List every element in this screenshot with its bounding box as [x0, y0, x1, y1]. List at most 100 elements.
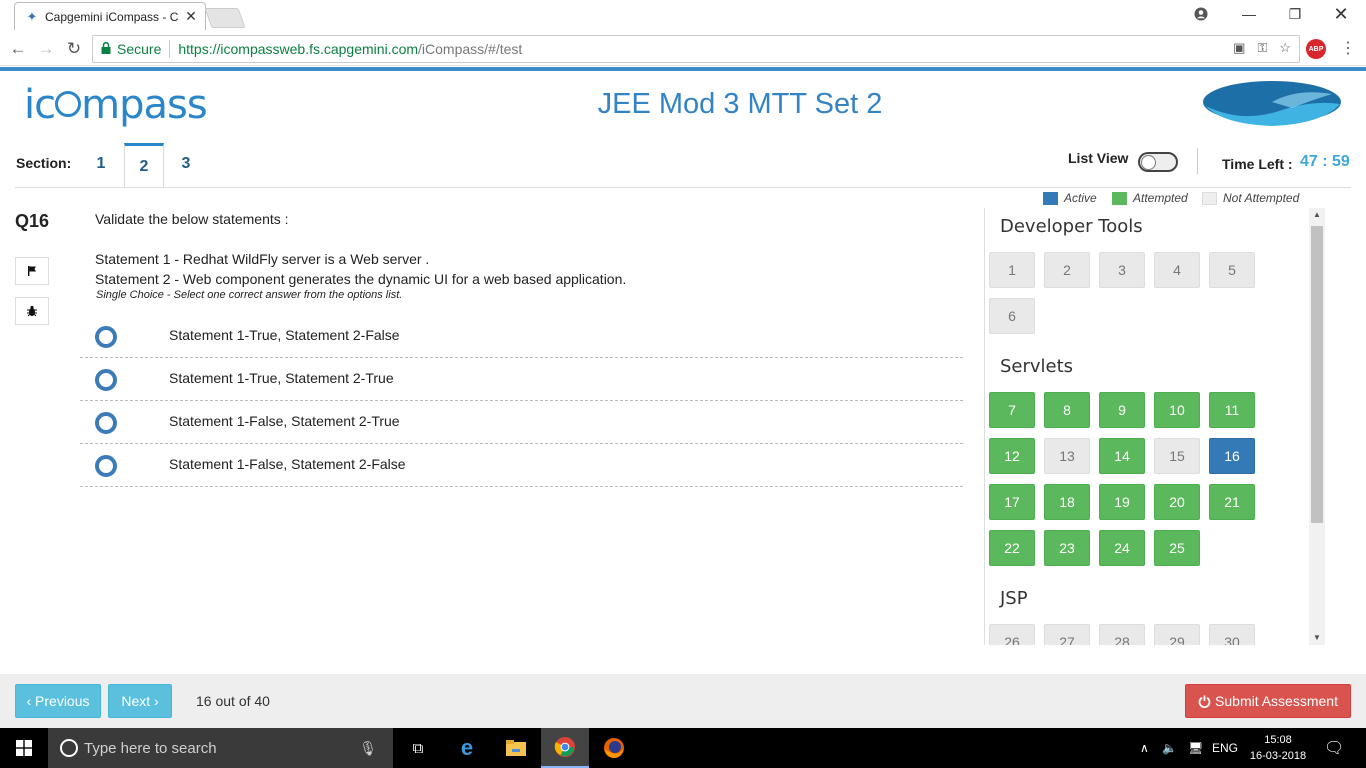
palette-question-button[interactable]: 13 — [1044, 438, 1090, 474]
close-window-icon[interactable]: ✕ — [1318, 0, 1364, 28]
clock-time: 15:08 — [1264, 734, 1292, 746]
reload-icon[interactable]: ↻ — [62, 37, 86, 61]
option-label[interactable]: Statement 1-False, Statement 2-False — [169, 456, 406, 472]
file-explorer-icon[interactable] — [492, 728, 540, 768]
volume-muted-icon[interactable]: 🔈 — [1162, 728, 1177, 768]
palette-question-button[interactable]: 1 — [989, 252, 1035, 288]
new-tab-button[interactable] — [204, 8, 246, 28]
url-path: /iCompass/#/test — [418, 41, 523, 57]
palette-question-button[interactable]: 11 — [1209, 392, 1255, 428]
palette-question-button[interactable]: 2 — [1044, 252, 1090, 288]
palette-question-button[interactable]: 10 — [1154, 392, 1200, 428]
palette-question-button[interactable]: 9 — [1099, 392, 1145, 428]
close-tab-icon[interactable]: ✕ — [183, 8, 199, 25]
palette-question-button[interactable]: 18 — [1044, 484, 1090, 520]
report-bug-button[interactable] — [15, 297, 49, 325]
tray-chevron-icon[interactable]: ∧ — [1140, 728, 1149, 768]
submit-assessment-button[interactable]: Submit Assessment — [1185, 684, 1351, 718]
question-palette: Developer Tools 1 2 3 4 5 6 Servlets 7 8 9 10 11 12 13… — [984, 208, 1325, 645]
palette-question-button[interactable]: 19 — [1099, 484, 1145, 520]
palette-question-button[interactable]: 12 — [989, 438, 1035, 474]
header-divider — [1197, 148, 1198, 174]
palette-scrollbar[interactable]: ▲ ▼ — [1309, 208, 1325, 645]
answer-option[interactable]: Statement 1-True, Statement 2-False — [80, 315, 963, 358]
palette-question-button[interactable]: 15 — [1154, 438, 1200, 474]
palette-question-button[interactable]: 14 — [1099, 438, 1145, 474]
question-prompt: Validate the below statements : — [95, 211, 289, 227]
palette-question-button[interactable]: 20 — [1154, 484, 1200, 520]
palette-question-button[interactable]: 8 — [1044, 392, 1090, 428]
system-clock[interactable]: 15:08 16-03-2018 — [1248, 732, 1308, 764]
answer-option[interactable]: Statement 1-False, Statement 2-False — [80, 444, 963, 487]
palette-question-button[interactable]: 24 — [1099, 530, 1145, 566]
scroll-up-icon[interactable]: ▲ — [1309, 208, 1325, 222]
capgemini-spade-logo — [1203, 81, 1341, 126]
option-radio[interactable] — [95, 455, 117, 477]
legend-active: Active — [1043, 191, 1097, 205]
task-view-icon[interactable]: ⧉ — [394, 728, 442, 768]
legend-attempted-label: Attempted — [1133, 191, 1188, 205]
palette-question-button[interactable]: 7 — [989, 392, 1035, 428]
palette-question-button[interactable]: 21 — [1209, 484, 1255, 520]
palette-question-button[interactable]: 6 — [989, 298, 1035, 334]
chrome-icon[interactable] — [541, 728, 589, 768]
palette-question-button[interactable]: 25 — [1154, 530, 1200, 566]
taskbar-search-box[interactable]: Type here to search 🎙 — [48, 728, 393, 768]
palette-question-button[interactable]: 16 — [1209, 438, 1255, 474]
list-view-toggle[interactable] — [1138, 152, 1178, 172]
option-label[interactable]: Statement 1-True, Statement 2-False — [169, 327, 400, 343]
scroll-down-icon[interactable]: ▼ — [1309, 631, 1325, 645]
palette-question-button[interactable]: 27 — [1044, 624, 1090, 645]
option-label[interactable]: Statement 1-True, Statement 2-True — [169, 370, 394, 386]
palette-question-button[interactable]: 17 — [989, 484, 1035, 520]
palette-question-button[interactable]: 4 — [1154, 252, 1200, 288]
power-icon — [1198, 695, 1211, 708]
section-label: Section: — [16, 155, 72, 171]
profile-icon[interactable] — [1178, 0, 1224, 28]
search-placeholder: Type here to search — [84, 739, 217, 757]
bookmark-star-icon[interactable]: ☆ — [1279, 40, 1291, 56]
time-left-value: 47 : 59 — [1300, 153, 1350, 170]
forward-icon[interactable]: → — [34, 37, 58, 61]
restore-icon[interactable]: ❐ — [1272, 0, 1318, 28]
section-tab-1[interactable]: 1 — [81, 143, 121, 188]
browser-menu-icon[interactable]: ⋮ — [1340, 38, 1356, 60]
windows-start-icon[interactable] — [0, 728, 48, 768]
edge-browser-icon[interactable]: e — [443, 728, 491, 768]
back-icon[interactable]: ← — [6, 37, 30, 61]
palette-question-button[interactable]: 29 — [1154, 624, 1200, 645]
bug-icon — [27, 305, 37, 317]
flag-icon — [28, 266, 36, 276]
flag-question-button[interactable] — [15, 257, 49, 285]
palette-question-button[interactable]: 30 — [1209, 624, 1255, 645]
browser-tab[interactable]: ✦ Capgemini iCompass - C ✕ — [14, 2, 206, 30]
palette-question-button[interactable]: 22 — [989, 530, 1035, 566]
section-tab-2[interactable]: 2 — [124, 143, 164, 188]
palette-question-button[interactable]: 5 — [1209, 252, 1255, 288]
notifications-icon[interactable]: 🗨 — [1324, 728, 1344, 768]
next-button[interactable]: Next › — [108, 684, 172, 718]
palette-question-button[interactable]: 28 — [1099, 624, 1145, 645]
adblock-extension-icon[interactable]: ABP — [1306, 39, 1326, 59]
language-indicator[interactable]: ENG — [1212, 728, 1238, 768]
network-icon[interactable]: 🖥 — [1188, 728, 1203, 768]
section-tab-3[interactable]: 3 — [166, 143, 206, 188]
firefox-icon[interactable] — [590, 728, 638, 768]
option-radio[interactable] — [95, 412, 117, 434]
option-label[interactable]: Statement 1-False, Statement 2-True — [169, 413, 400, 429]
time-left-label: Time Left : — [1222, 156, 1293, 172]
option-radio[interactable] — [95, 369, 117, 391]
blocked-popup-icon[interactable]: ▣ — [1233, 40, 1245, 56]
option-radio[interactable] — [95, 326, 117, 348]
palette-question-button[interactable]: 3 — [1099, 252, 1145, 288]
address-bar[interactable]: Secure https://icompassweb.fs.capgemini.… — [92, 35, 1300, 63]
palette-question-button[interactable]: 23 — [1044, 530, 1090, 566]
key-icon[interactable]: ⚿ — [1257, 40, 1267, 56]
microphone-icon[interactable]: 🎙 — [359, 740, 377, 757]
scrollbar-thumb[interactable] — [1311, 226, 1323, 523]
previous-button[interactable]: ‹ Previous — [15, 684, 101, 718]
minimize-icon[interactable]: — — [1226, 0, 1272, 28]
answer-option[interactable]: Statement 1-False, Statement 2-True — [80, 401, 963, 444]
answer-option[interactable]: Statement 1-True, Statement 2-True — [80, 358, 963, 401]
palette-question-button[interactable]: 26 — [989, 624, 1035, 645]
